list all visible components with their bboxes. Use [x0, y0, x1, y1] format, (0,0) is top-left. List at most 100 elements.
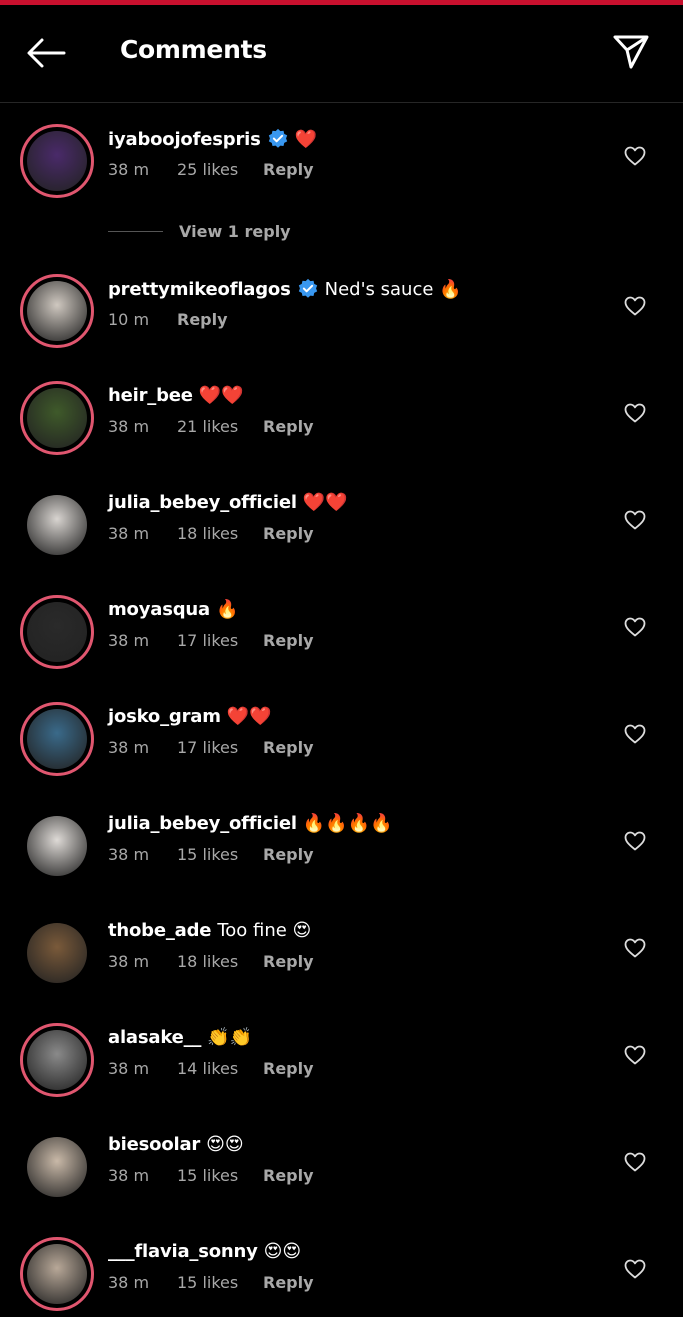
comment-time: 38 m — [108, 160, 150, 179]
arrow-left-icon — [27, 38, 66, 68]
comment-row: ___flavia_sonny 😍😍 38 m 15 likes Reply — [0, 1237, 683, 1317]
view-replies-link[interactable]: View 1 reply — [108, 222, 291, 241]
comment-username[interactable]: julia_bebey_officiel — [108, 813, 297, 834]
comment-row: moyasqua 🔥 38 m 17 likes Reply — [0, 595, 683, 675]
like-button[interactable] — [623, 1257, 647, 1281]
comment-time: 38 m — [108, 845, 150, 864]
comment-meta: 38 m 14 likes Reply — [108, 1059, 314, 1078]
comment-text: ❤️❤️ — [302, 492, 348, 513]
like-button[interactable] — [623, 615, 647, 639]
avatar[interactable] — [20, 595, 94, 669]
comment-likes[interactable]: 25 likes — [177, 160, 263, 179]
comment-text: 😍😍 — [263, 1241, 302, 1262]
comment-time: 38 m — [108, 738, 150, 757]
reply-button[interactable]: Reply — [177, 310, 228, 329]
page-title: Comments — [120, 35, 267, 64]
avatar[interactable] — [20, 916, 94, 990]
avatar[interactable] — [20, 381, 94, 455]
comment-time: 38 m — [108, 417, 150, 436]
comment-meta: 10 m Reply — [108, 310, 228, 329]
heart-icon — [624, 403, 646, 423]
comment-row: josko_gram ❤️❤️ 38 m 17 likes Reply — [0, 702, 683, 782]
comment-username[interactable]: iyaboojofespris — [108, 129, 261, 150]
heart-icon — [624, 724, 646, 744]
reply-button[interactable]: Reply — [263, 845, 314, 864]
reply-button[interactable]: Reply — [263, 631, 314, 650]
like-button[interactable] — [623, 722, 647, 746]
comment-line: josko_gram ❤️❤️ — [108, 706, 272, 727]
comment-username[interactable]: prettymikeoflagos — [108, 279, 291, 300]
comment-username[interactable]: thobe_ade — [108, 920, 212, 941]
avatar-image — [27, 388, 87, 448]
like-button[interactable] — [623, 1043, 647, 1067]
comment-time: 10 m — [108, 310, 150, 329]
reply-button[interactable]: Reply — [263, 1166, 314, 1185]
like-button[interactable] — [623, 936, 647, 960]
view-replies-label[interactable]: View 1 reply — [179, 222, 291, 241]
heart-icon — [624, 1045, 646, 1065]
reply-button[interactable]: Reply — [263, 738, 314, 757]
comment-time: 38 m — [108, 1059, 150, 1078]
avatar[interactable] — [20, 488, 94, 562]
comment-row: prettymikeoflagos Ned's sauce 🔥 10 m Rep… — [0, 274, 683, 354]
comment-likes[interactable]: 18 likes — [177, 952, 263, 971]
comment-likes[interactable]: 15 likes — [177, 1166, 263, 1185]
like-button[interactable] — [623, 508, 647, 532]
avatar[interactable] — [20, 702, 94, 776]
comment-meta: 38 m 17 likes Reply — [108, 738, 314, 757]
comment-likes[interactable]: 15 likes — [177, 1273, 263, 1292]
comment-username[interactable]: ___flavia_sonny — [108, 1241, 258, 1262]
comment-meta: 38 m 15 likes Reply — [108, 1166, 314, 1185]
comment-row: thobe_ade Too fine 😍 38 m 18 likes Reply — [0, 916, 683, 996]
comment-row: alasake__ 👏👏 38 m 14 likes Reply — [0, 1023, 683, 1103]
comment-text: 🔥🔥🔥🔥 — [302, 813, 393, 834]
comment-likes[interactable]: 18 likes — [177, 524, 263, 543]
reply-button[interactable]: Reply — [263, 160, 314, 179]
avatar-image — [27, 131, 87, 191]
like-button[interactable] — [623, 401, 647, 425]
comment-line: alasake__ 👏👏 — [108, 1027, 252, 1048]
avatar-image — [27, 1137, 87, 1197]
like-button[interactable] — [623, 144, 647, 168]
avatar[interactable] — [20, 1130, 94, 1204]
like-button[interactable] — [623, 1150, 647, 1174]
comment-meta: 38 m 15 likes Reply — [108, 1273, 314, 1292]
comment-username[interactable]: moyasqua — [108, 599, 210, 620]
comment-likes[interactable]: 21 likes — [177, 417, 263, 436]
comment-time: 38 m — [108, 952, 150, 971]
reply-button[interactable]: Reply — [263, 417, 314, 436]
comment-username[interactable]: alasake__ — [108, 1027, 201, 1048]
reply-button[interactable]: Reply — [263, 524, 314, 543]
comment-text: 🔥 — [215, 599, 239, 620]
avatar[interactable] — [20, 124, 94, 198]
heart-icon — [624, 617, 646, 637]
avatar[interactable] — [20, 1237, 94, 1311]
reply-button[interactable]: Reply — [263, 1059, 314, 1078]
reply-button[interactable]: Reply — [263, 1273, 314, 1292]
like-button[interactable] — [623, 829, 647, 853]
comment-likes[interactable]: 17 likes — [177, 631, 263, 650]
paper-plane-icon — [613, 35, 649, 69]
avatar[interactable] — [20, 809, 94, 883]
reply-button[interactable]: Reply — [263, 952, 314, 971]
comment-username[interactable]: josko_gram — [108, 706, 221, 727]
comment-meta: 38 m 18 likes Reply — [108, 524, 314, 543]
comment-likes[interactable]: 17 likes — [177, 738, 263, 757]
comment-likes[interactable]: 15 likes — [177, 845, 263, 864]
comment-meta: 38 m 18 likes Reply — [108, 952, 314, 971]
avatar[interactable] — [20, 1023, 94, 1097]
like-button[interactable] — [623, 294, 647, 318]
comment-username[interactable]: biesoolar — [108, 1134, 200, 1155]
share-button[interactable] — [609, 29, 653, 73]
comment-line: biesoolar 😍😍 — [108, 1134, 244, 1155]
back-button[interactable] — [24, 33, 68, 73]
comment-username[interactable]: julia_bebey_officiel — [108, 492, 297, 513]
comment-line: moyasqua 🔥 — [108, 599, 238, 620]
comment-username[interactable]: heir_bee — [108, 385, 193, 406]
comment-meta: 38 m 21 likes Reply — [108, 417, 314, 436]
comment-likes[interactable]: 14 likes — [177, 1059, 263, 1078]
avatar[interactable] — [20, 274, 94, 348]
heart-icon — [624, 296, 646, 316]
comment-row: biesoolar 😍😍 38 m 15 likes Reply — [0, 1130, 683, 1210]
comment-time: 38 m — [108, 524, 150, 543]
